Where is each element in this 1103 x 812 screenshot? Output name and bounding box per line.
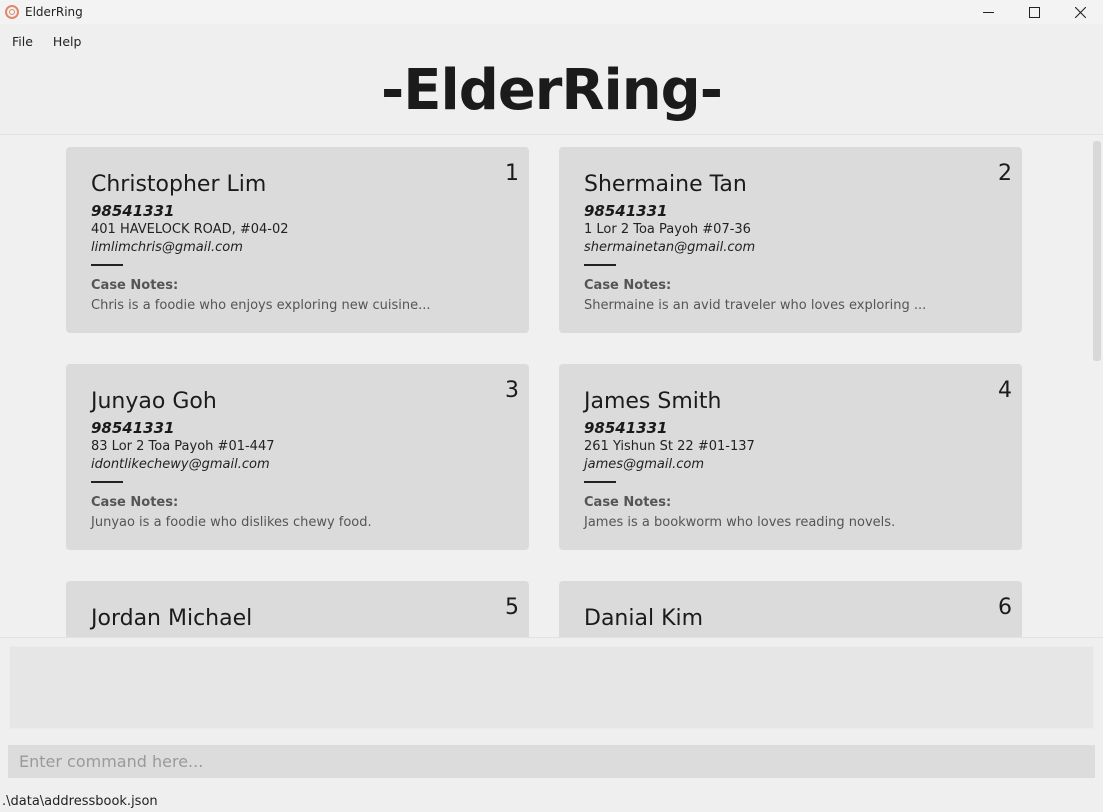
person-email: shermainetan@gmail.com bbox=[584, 240, 756, 255]
card-index: 2 bbox=[998, 161, 1012, 186]
case-notes: James is a bookworm who loves reading no… bbox=[584, 515, 896, 530]
person-card[interactable]: 1 Christopher Lim 98541331 401 HAVELOCK … bbox=[66, 147, 529, 333]
window-title: ElderRing bbox=[25, 5, 83, 19]
maximize-icon bbox=[1028, 6, 1040, 18]
person-email: idontlikechewy@gmail.com bbox=[91, 457, 270, 472]
person-name: Junyao Goh bbox=[91, 389, 217, 414]
minimize-icon bbox=[982, 11, 994, 13]
close-button[interactable] bbox=[1057, 0, 1103, 24]
person-card[interactable]: 4 James Smith 98541331 261 Yishun St 22 … bbox=[559, 364, 1022, 550]
person-address: 83 Lor 2 Toa Payoh #01-447 bbox=[91, 439, 275, 454]
person-card[interactable]: 3 Junyao Goh 98541331 83 Lor 2 Toa Payoh… bbox=[66, 364, 529, 550]
person-name: James Smith bbox=[584, 389, 722, 414]
person-phone: 98541331 bbox=[584, 419, 668, 437]
person-phone: 98541331 bbox=[584, 202, 668, 220]
case-notes: Junyao is a foodie who dislikes chewy fo… bbox=[91, 515, 372, 530]
command-input[interactable] bbox=[8, 745, 1095, 778]
person-card[interactable]: 5 Jordan Michael bbox=[66, 581, 529, 637]
app-logo-icon bbox=[5, 5, 19, 19]
app-window: ElderRing File Help -ElderRing- 1 Christ… bbox=[0, 0, 1103, 812]
result-display bbox=[9, 646, 1094, 729]
person-list[interactable]: 1 Christopher Lim 98541331 401 HAVELOCK … bbox=[0, 135, 1090, 637]
person-email: james@gmail.com bbox=[584, 457, 705, 472]
card-index: 4 bbox=[998, 378, 1012, 403]
menu-help[interactable]: Help bbox=[41, 34, 90, 49]
case-notes: Shermaine is an avid traveler who loves … bbox=[584, 298, 927, 313]
person-phone: 98541331 bbox=[91, 419, 175, 437]
minimize-button[interactable] bbox=[965, 0, 1011, 24]
scrollbar-thumb[interactable] bbox=[1093, 141, 1101, 361]
menu-file[interactable]: File bbox=[0, 34, 41, 49]
card-index: 3 bbox=[505, 378, 519, 403]
list-scrollbar[interactable] bbox=[1090, 135, 1103, 637]
title-bar: ElderRing bbox=[0, 0, 1103, 24]
person-name: Jordan Michael bbox=[91, 606, 253, 631]
case-notes-label: Case Notes: bbox=[584, 278, 672, 293]
case-notes-label: Case Notes: bbox=[584, 495, 672, 510]
person-address: 401 HAVELOCK ROAD, #04-02 bbox=[91, 222, 289, 237]
person-name: Danial Kim bbox=[584, 606, 704, 631]
window-controls bbox=[965, 0, 1103, 24]
card-divider bbox=[584, 481, 616, 483]
status-bar-save-path: .\data\addressbook.json bbox=[2, 794, 158, 809]
card-divider bbox=[91, 481, 123, 483]
case-notes-label: Case Notes: bbox=[91, 495, 179, 510]
card-index: 5 bbox=[505, 595, 519, 620]
person-name: Christopher Lim bbox=[91, 172, 267, 197]
card-divider bbox=[584, 264, 616, 266]
person-phone: 98541331 bbox=[91, 202, 175, 220]
card-divider bbox=[91, 264, 123, 266]
person-email: limlimchris@gmail.com bbox=[91, 240, 243, 255]
case-notes-label: Case Notes: bbox=[91, 278, 179, 293]
menu-bar: File Help bbox=[0, 28, 89, 54]
person-name: Shermaine Tan bbox=[584, 172, 747, 197]
case-notes: Chris is a foodie who enjoys exploring n… bbox=[91, 298, 431, 313]
card-index: 1 bbox=[505, 161, 519, 186]
card-index: 6 bbox=[998, 595, 1012, 620]
close-icon bbox=[1074, 6, 1086, 18]
maximize-button[interactable] bbox=[1011, 0, 1057, 24]
person-address: 1 Lor 2 Toa Payoh #07-36 bbox=[584, 222, 751, 237]
person-address: 261 Yishun St 22 #01-137 bbox=[584, 439, 755, 454]
person-card[interactable]: 2 Shermaine Tan 98541331 1 Lor 2 Toa Pay… bbox=[559, 147, 1022, 333]
list-divider bbox=[0, 637, 1103, 638]
app-header-title: -ElderRing- bbox=[381, 58, 723, 123]
person-card[interactable]: 6 Danial Kim bbox=[559, 581, 1022, 637]
